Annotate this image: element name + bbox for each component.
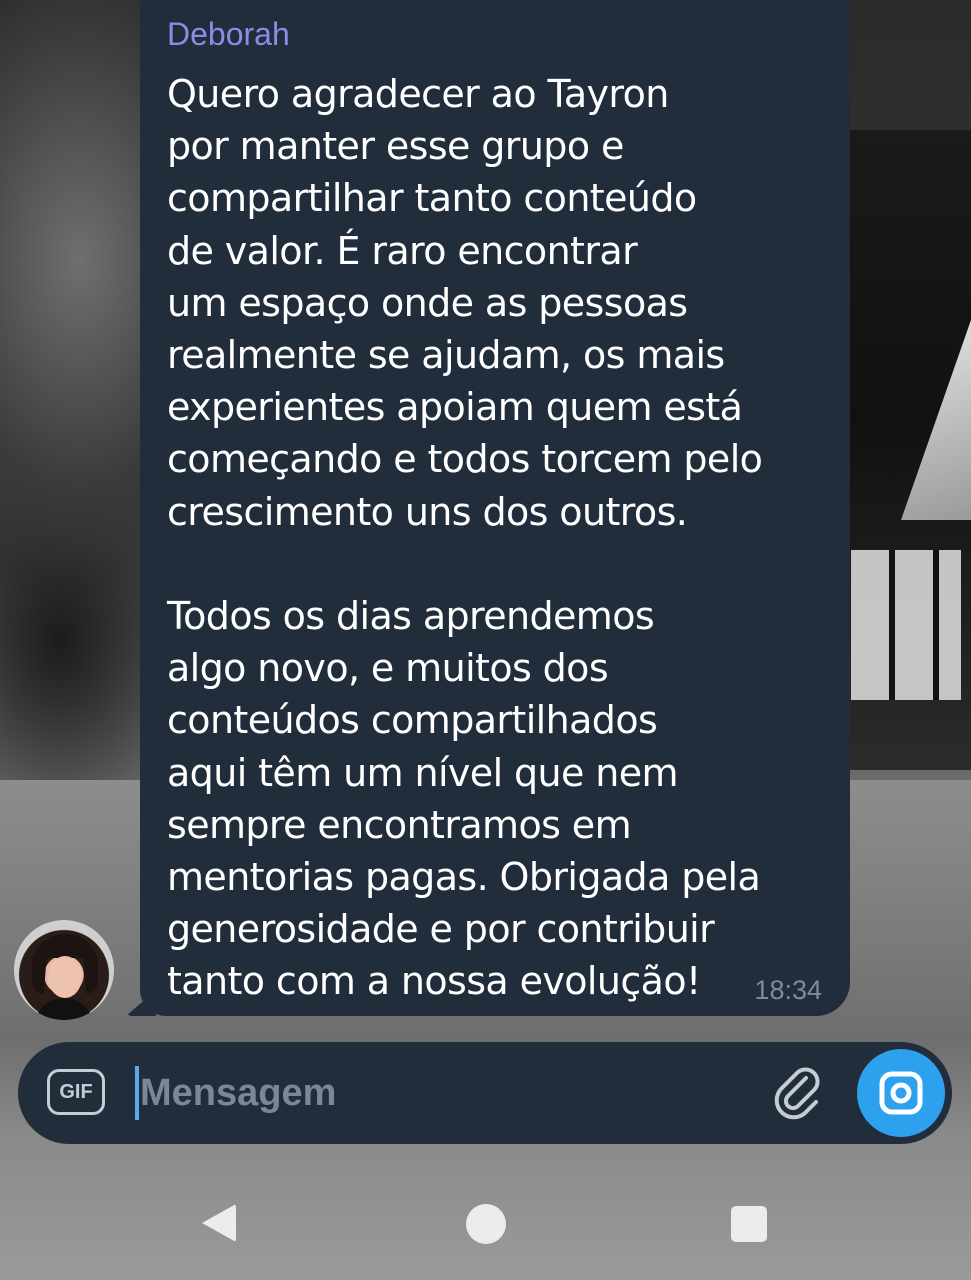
back-triangle-icon[interactable] — [202, 1204, 236, 1242]
wallpaper-background-detail — [831, 130, 971, 770]
chat-screen: Deborah Quero agradecer ao Tayron por ma… — [0, 0, 971, 1280]
message-composer: GIF — [18, 1042, 952, 1144]
recents-square-icon[interactable] — [731, 1206, 767, 1242]
paperclip-icon — [774, 1067, 820, 1120]
sender-name[interactable]: Deborah — [167, 16, 290, 53]
avatar-face — [48, 956, 82, 998]
message-timestamp: 18:34 — [754, 975, 822, 1005]
message-text: Quero agradecer ao Tayron por manter ess… — [167, 72, 763, 1004]
wallpaper-window — [851, 550, 961, 700]
avatar[interactable] — [14, 920, 114, 1020]
message-bubble[interactable]: Deborah Quero agradecer ao Tayron por ma… — [140, 0, 850, 1016]
text-cursor — [135, 1066, 139, 1120]
camera-icon — [879, 1071, 923, 1115]
wallpaper-shape — [901, 320, 971, 520]
message-input[interactable] — [140, 1064, 740, 1122]
gif-button[interactable]: GIF — [47, 1069, 105, 1115]
home-circle-icon[interactable] — [466, 1204, 506, 1244]
camera-button[interactable] — [857, 1049, 945, 1137]
attach-button[interactable] — [768, 1062, 828, 1122]
android-nav-bar — [0, 1160, 971, 1280]
avatar-shirt — [34, 998, 94, 1020]
